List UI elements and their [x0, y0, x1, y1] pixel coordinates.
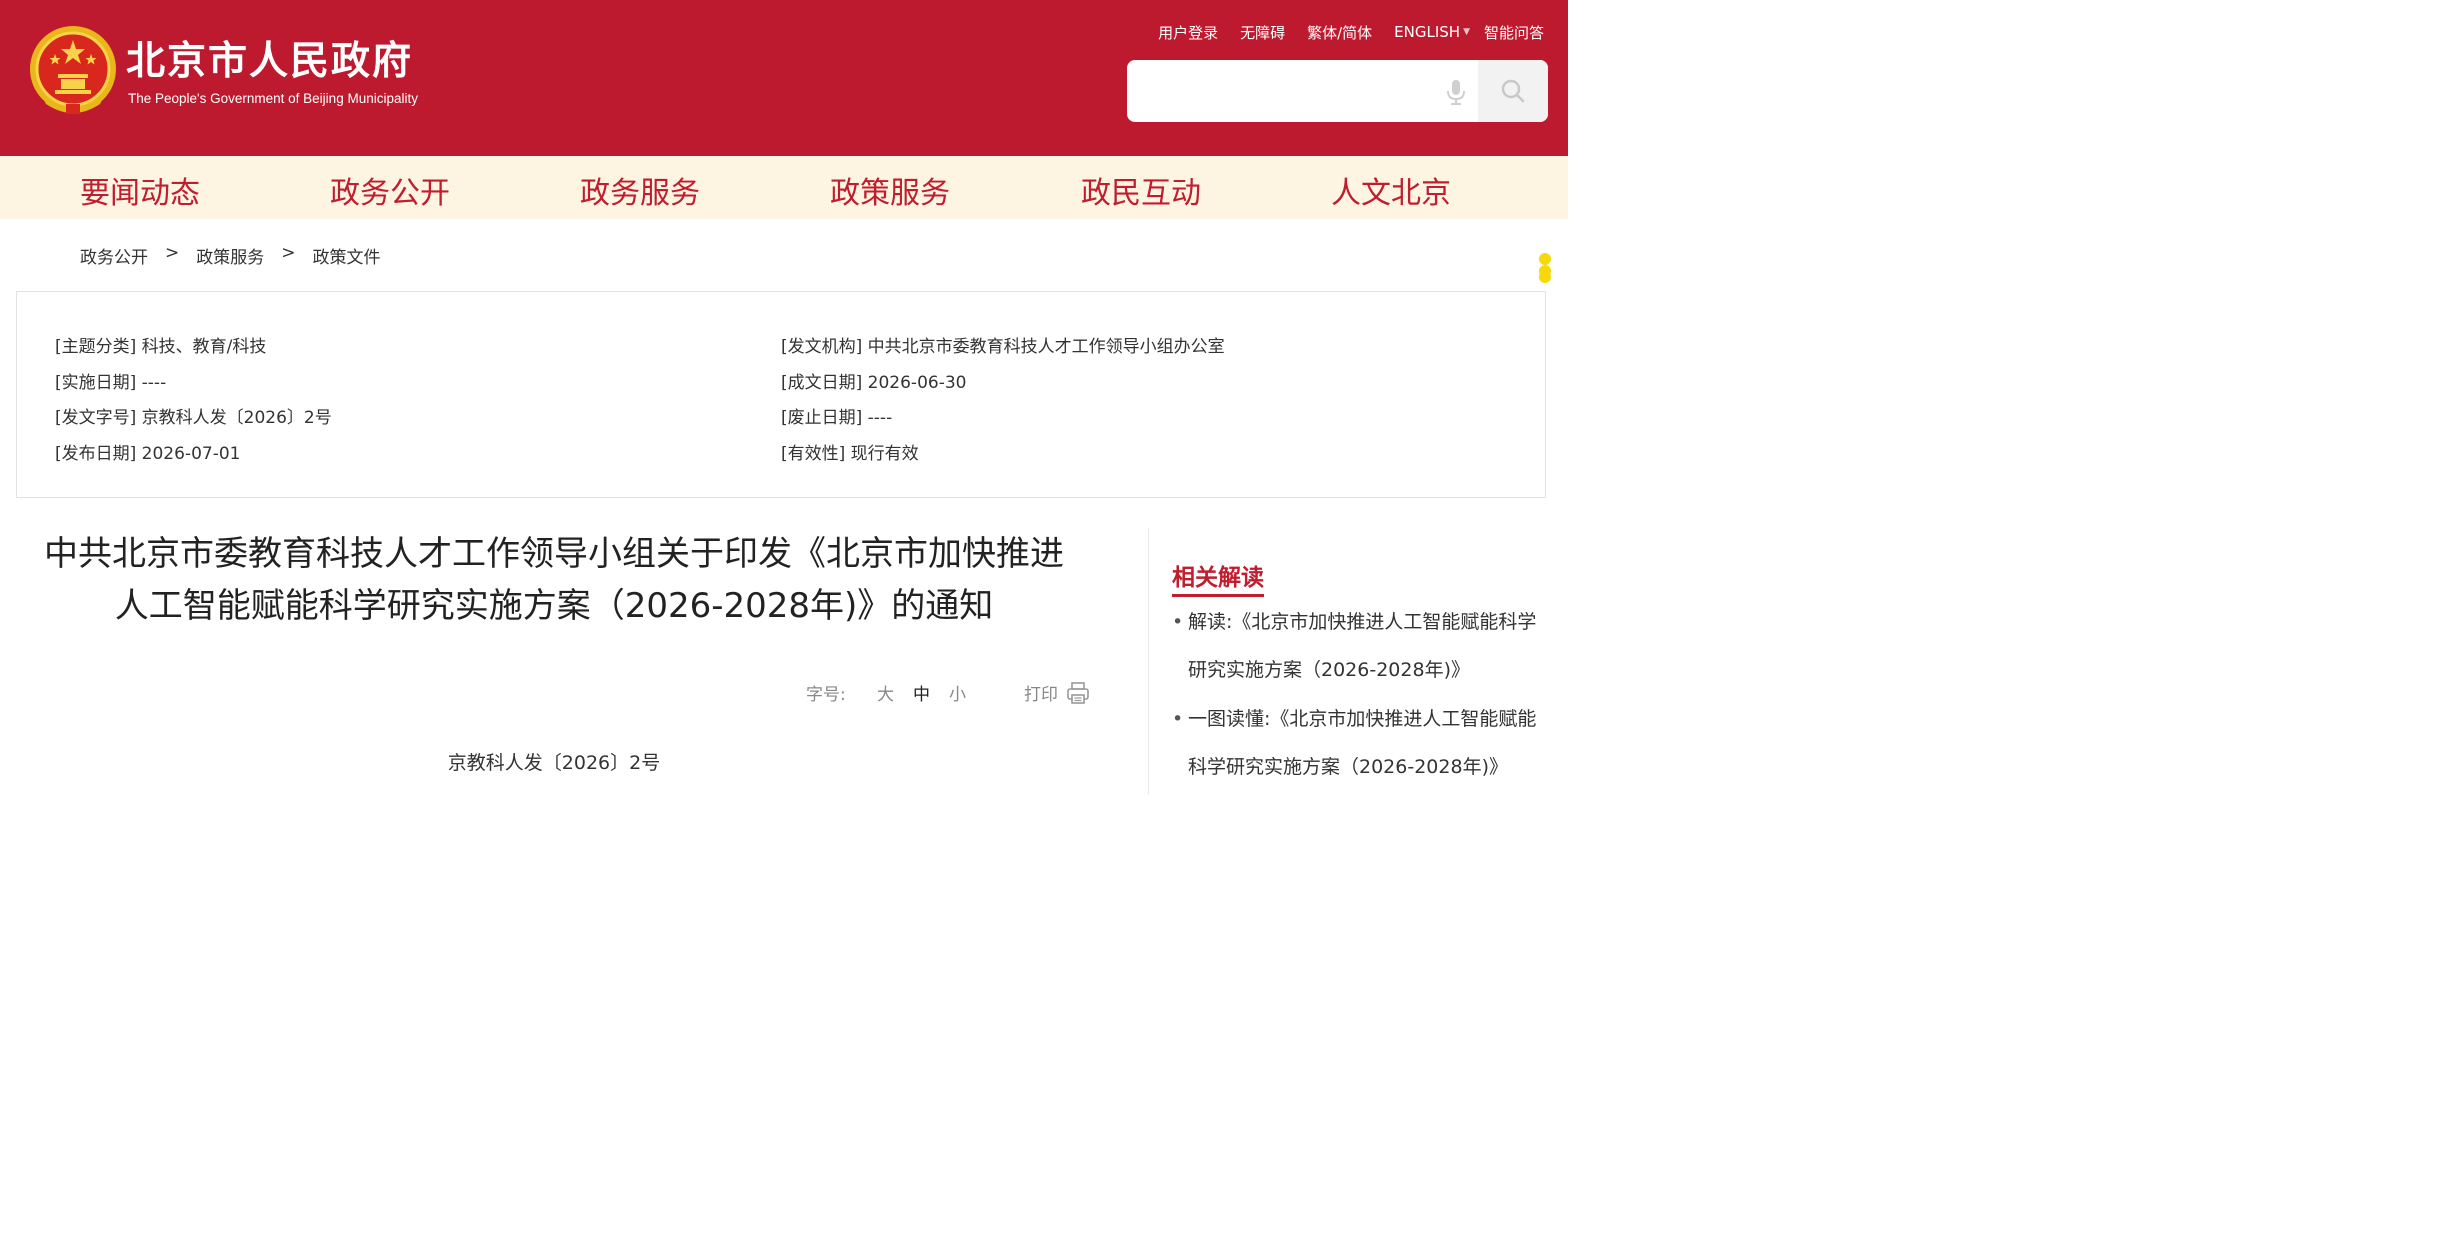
microphone-icon[interactable]: [1443, 78, 1469, 106]
breadcrumb-item-policy-documents[interactable]: 政策文件: [313, 243, 381, 268]
info-written-date: [成文日期] 2026-06-30: [781, 373, 967, 393]
article-title-line: 人工智能赋能科学研究实施方案（2026-2028年)》的通知: [114, 586, 994, 626]
caret-down-icon: ▼: [1463, 27, 1470, 37]
printer-icon[interactable]: [1066, 681, 1090, 705]
document-info-box: [主题分类] 科技、教育/科技 [实施日期] ---- [发文字号] 京教科人发…: [16, 291, 1546, 498]
info-implement-date: [实施日期] ----: [55, 373, 167, 393]
national-emblem-icon[interactable]: [28, 24, 118, 118]
floating-widget-icon[interactable]: [1538, 252, 1552, 284]
main-nav: 要闻动态 政务公开 政务服务 政策服务 政民互动 人文北京: [0, 156, 1568, 219]
font-size-label: 字号:: [806, 685, 846, 705]
related-title: 相关解读: [1172, 565, 1264, 591]
nav-item-news[interactable]: 要闻动态: [80, 168, 200, 212]
english-dropdown[interactable]: ENGLISH ▼: [1394, 22, 1470, 42]
related-item-text[interactable]: 解读:《北京市加快推进人工智能赋能科学研究实施方案（2026-2028年)》: [1188, 598, 1552, 694]
search-icon: [1501, 79, 1525, 103]
font-size-medium-button[interactable]: 中: [913, 680, 930, 705]
site-title[interactable]: 北京市人民政府: [126, 30, 413, 86]
search-input[interactable]: [1127, 60, 1455, 122]
column-divider: [1148, 528, 1149, 794]
article-title: 中共北京市委教育科技人才工作领导小组关于印发《北京市加快推进 人工智能赋能科学研…: [16, 528, 1092, 632]
nav-item-interaction[interactable]: 政民互动: [1081, 168, 1201, 212]
info-issuer: [发文机构] 中共北京市委教育科技人才工作领导小组办公室: [781, 337, 1225, 357]
english-label: ENGLISH: [1394, 23, 1461, 41]
site-subtitle: The People's Government of Beijing Munic…: [128, 91, 418, 106]
bullet-icon: •: [1172, 708, 1184, 730]
breadcrumb-item-policy-services[interactable]: 政策服务: [196, 243, 264, 268]
search-button[interactable]: [1478, 60, 1548, 122]
article-doc-number: 京教科人发〔2026〕2号: [447, 752, 661, 774]
related-item[interactable]: • 解读:《北京市加快推进人工智能赋能科学研究实施方案（2026-2028年)》: [1172, 598, 1552, 694]
font-size-small-button[interactable]: 小: [949, 680, 966, 705]
nav-item-services[interactable]: 政务服务: [580, 168, 700, 212]
font-size-large-button[interactable]: 大: [877, 680, 894, 705]
print-button[interactable]: 打印: [1024, 680, 1058, 705]
nav-item-government-affairs[interactable]: 政务公开: [330, 168, 450, 212]
nav-item-culture[interactable]: 人文北京: [1331, 168, 1451, 212]
top-links: 用户登录 无障碍 繁体/简体 ENGLISH ▼ 智能问答: [1136, 22, 1544, 42]
breadcrumb-separator: >: [281, 243, 296, 263]
smart-qa-link[interactable]: 智能问答: [1484, 22, 1544, 42]
info-validity: [有效性] 现行有效: [781, 444, 919, 464]
accessibility-link[interactable]: 无障碍: [1240, 22, 1285, 42]
search-box: [1127, 60, 1548, 122]
article-title-line: 中共北京市委教育科技人才工作领导小组关于印发《北京市加快推进: [44, 534, 1064, 574]
traditional-simplified-link[interactable]: 繁体/简体: [1307, 22, 1372, 42]
related-item-text[interactable]: 一图读懂:《北京市加快推进人工智能赋能科学研究实施方案（2026-2028年)》: [1188, 695, 1552, 791]
related-title-underline: [1172, 594, 1264, 597]
info-repeal-date: [废止日期] ----: [781, 408, 893, 428]
site-header: 北京市人民政府 The People's Government of Beiji…: [0, 0, 1568, 156]
bullet-icon: •: [1172, 611, 1184, 633]
breadcrumb-item-government-affairs[interactable]: 政务公开: [80, 243, 148, 268]
nav-item-policy[interactable]: 政策服务: [830, 168, 950, 212]
login-link[interactable]: 用户登录: [1158, 22, 1218, 42]
info-doc-number: [发文字号] 京教科人发〔2026〕2号: [55, 408, 332, 428]
info-publish-date: [发布日期] 2026-07-01: [55, 444, 241, 464]
info-topic: [主题分类] 科技、教育/科技: [55, 337, 267, 357]
breadcrumb-separator: >: [165, 243, 180, 263]
breadcrumb: 政务公开 > 政策服务 > 政策文件: [80, 243, 381, 268]
related-item[interactable]: • 一图读懂:《北京市加快推进人工智能赋能科学研究实施方案（2026-2028年…: [1172, 695, 1552, 791]
